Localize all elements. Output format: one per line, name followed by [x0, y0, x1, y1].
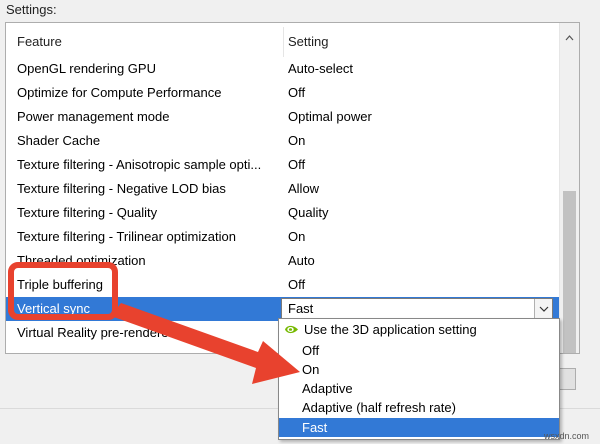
annotation-arrow-icon — [111, 303, 300, 384]
watermark: wsxdn.com — [544, 431, 590, 441]
